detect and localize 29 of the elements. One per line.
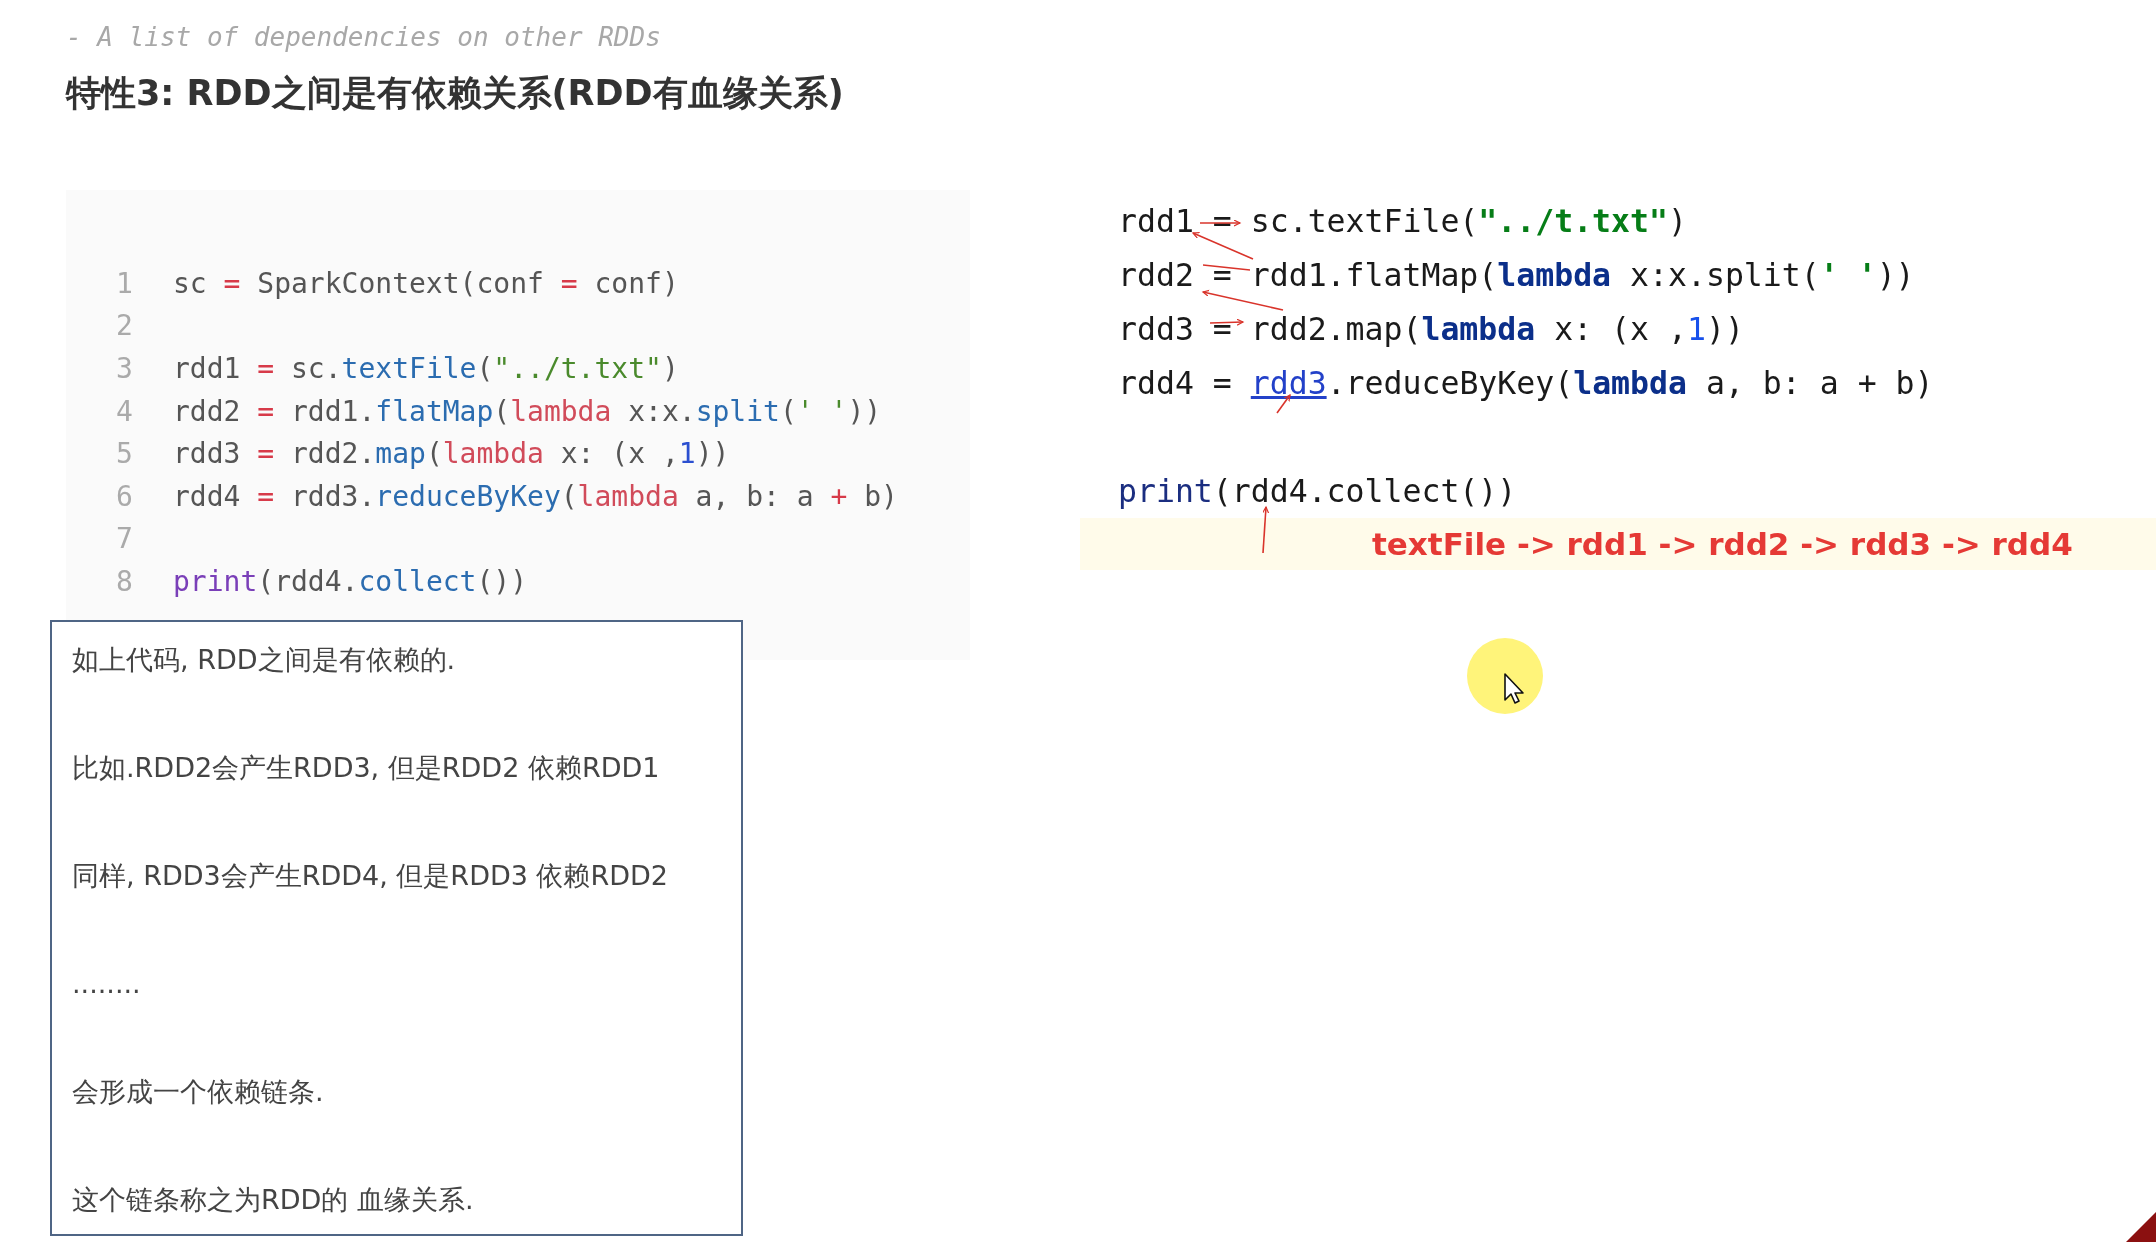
line-number: 1 [116,266,134,300]
note-text: ........ [72,967,142,1001]
code-line: print(rdd4.collect()) [173,564,528,598]
code-line: print(rdd4.collect()) [1118,473,1517,509]
corner-triangle-icon [2126,1212,2156,1242]
note-text: 如上代码, RDD之间是有依赖的. [72,643,457,677]
mouse-pointer-icon [1503,672,1527,706]
code-line: rdd3 = rdd2.map(lambda x: (x ,1)) [1118,311,1744,347]
note-text: 比如.RDD2会产生RDD3, 但是RDD2 依赖RDD1 [72,751,661,785]
line-number: 7 [116,522,134,556]
note-text: 这个链条称之为RDD的 血缘关系. [72,1183,475,1217]
code-line: sc = SparkContext(conf = conf) [173,266,679,300]
section-heading: 特性3: RDD之间是有依赖关系(RDD有血缘关系) [66,72,844,115]
list-item-text: - A list of dependencies on other RDDs [66,22,661,52]
code-line: rdd4 = rdd3.reduceByKey(lambda a, b: a + b) [1118,365,1934,401]
code-line: rdd3 = rdd2.map(lambda x: (x ,1)) [173,437,730,471]
note-text: 会形成一个依赖链条. [72,1075,325,1109]
code-line: rdd4 = rdd3.reduceByKey(lambda a, b: a + b) [173,479,898,513]
line-number: 4 [116,394,134,428]
code-line: rdd2 = rdd1.flatMap(lambda x:x.split(' ')) [1118,257,1915,293]
line-number: 6 [116,479,134,513]
code-line: rdd1 = sc.textFile("../t.txt") [173,352,679,385]
code-line: rdd2 = rdd1.flatMap(lambda x:x.split(' ')) [173,394,882,428]
lineage-chain-text: textFile -> rdd1 -> rdd2 -> rdd3 -> rdd4 [1372,526,2073,562]
line-number: 2 [116,309,134,343]
line-number: 5 [116,437,134,471]
note-text: 同样, RDD3会产生RDD4, 但是RDD3 依赖RDD2 [72,859,669,893]
line-number: 3 [116,352,134,385]
line-number: 8 [116,564,134,598]
